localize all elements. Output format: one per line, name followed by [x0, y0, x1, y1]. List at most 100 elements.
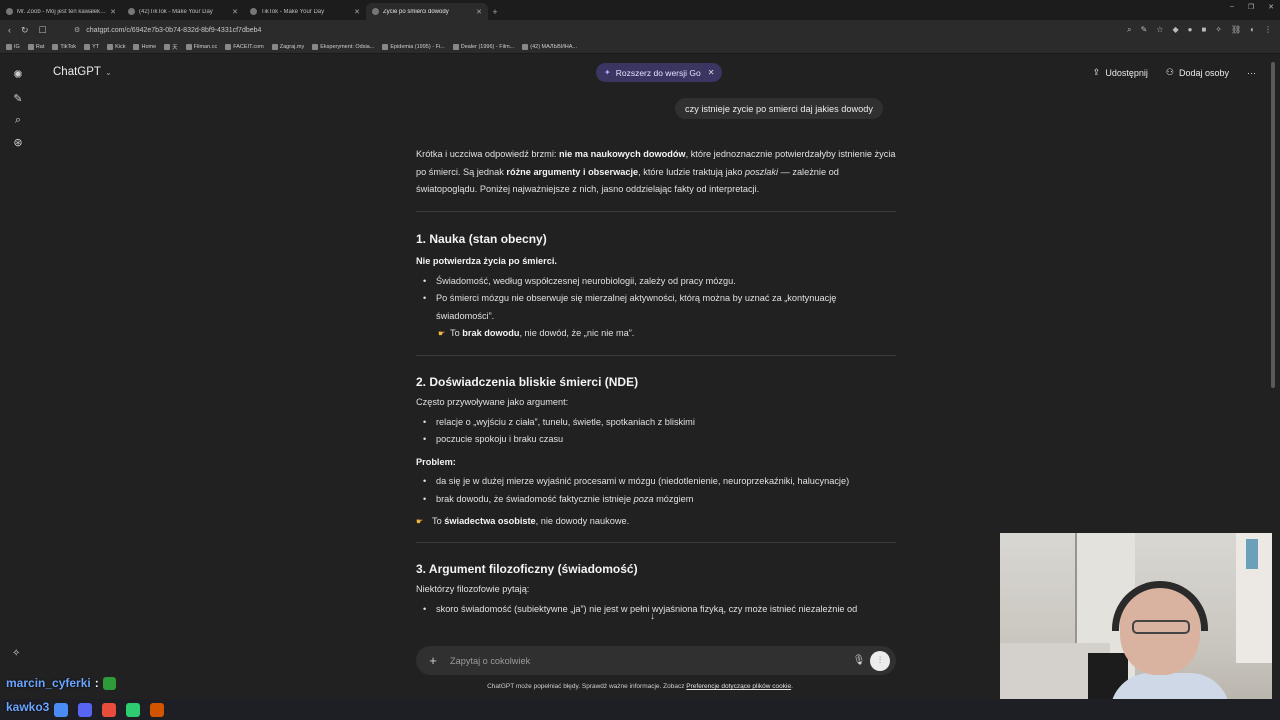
share-button[interactable]: ⇪ Udostępnij: [1093, 67, 1148, 78]
close-tab-icon[interactable]: ✕: [354, 8, 360, 16]
bookmark-icon: [133, 43, 140, 50]
share-icon: ⇪: [1092, 67, 1101, 77]
browser-tab[interactable]: Mr. Zoob - Mój jest ten kawałek podł ✕: [0, 3, 122, 20]
profile-icon[interactable]: ◐: [1250, 25, 1255, 35]
tab-favicon-icon: [6, 8, 13, 15]
model-selector[interactable]: ChatGPT ⌄: [53, 66, 112, 78]
zoom-icon[interactable]: ⌕: [1127, 25, 1131, 35]
bookmark-item[interactable]: Epidemia (1995) - Fi...: [382, 43, 445, 50]
problem-label: Problem:: [416, 456, 456, 467]
bookmark-icon: [312, 43, 319, 50]
bookmark-item[interactable]: 天: [164, 43, 178, 51]
bookmark-item[interactable]: IG: [6, 43, 20, 50]
maximize-icon[interactable]: ❐: [1248, 3, 1254, 11]
bookmark-icon: [6, 43, 12, 50]
close-icon[interactable]: ✕: [708, 68, 715, 77]
nav-buttons: ‹ ↻ ☐: [0, 25, 70, 36]
chevron-down-icon: ⌄: [104, 67, 112, 77]
bullet-list: Świadomość, według współczesnej neurobio…: [416, 273, 896, 326]
composer: + Zapytaj o cokolwiek 🎙 ⫶: [416, 646, 896, 675]
minimize-icon[interactable]: –: [1230, 3, 1234, 11]
tab-favicon-icon: [128, 8, 135, 15]
taskbar-app-icon[interactable]: [150, 702, 164, 717]
list-item: relacje o „wyjściu z ciała”, tunelu, świ…: [416, 414, 896, 432]
bookmark-icon: [522, 43, 529, 50]
prompt-input[interactable]: Zapytaj o cokolwiek: [450, 656, 848, 666]
section-heading: 1. Nauka (stan obecny): [416, 231, 547, 246]
bookmark-item[interactable]: FACEIT.com: [225, 43, 264, 50]
url-text: chatgpt.com/c/6942e7b3-0b74-832d-8bf9-43…: [86, 26, 262, 34]
browser-tab[interactable]: TikTok - Make Your Day ✕: [244, 3, 366, 20]
voice-mode-button[interactable]: ⫶: [870, 650, 890, 671]
extension-icon[interactable]: ◆: [1172, 25, 1178, 35]
taskbar-app-icon[interactable]: [126, 702, 140, 717]
bookmarks-bar: IG Rat TikTok YT Kick Home 天 Filman.cc F…: [0, 40, 1280, 54]
url-field[interactable]: ⚙ chatgpt.com/c/6942e7b3-0b74-832d-8bf9-…: [74, 26, 262, 35]
bookmark-item[interactable]: Kick: [107, 43, 125, 50]
tab-title: Życie po śmierci dowody: [383, 8, 449, 15]
new-tab-button[interactable]: +: [488, 3, 502, 20]
brand-name: ChatGPT: [53, 66, 101, 78]
bookmark-icon: [27, 43, 34, 50]
star-icon[interactable]: ☆: [1156, 25, 1163, 35]
taskbar-app-icon[interactable]: [102, 702, 116, 717]
divider: [416, 210, 896, 212]
browser-tab-active[interactable]: Życie po śmierci dowody ✕: [366, 3, 488, 20]
tab-favicon-icon: [372, 8, 379, 15]
window-controls: – ❐ ✕: [1230, 3, 1274, 11]
translate-icon[interactable]: ✎: [1141, 25, 1148, 35]
bookmark-page-icon[interactable]: ☐: [39, 25, 47, 36]
link-icon[interactable]: ⛓: [1231, 25, 1241, 35]
upgrade-pill[interactable]: ✦ Rozszerz do wersji Go ✕: [596, 63, 723, 82]
extension-icon[interactable]: ■: [1201, 25, 1206, 35]
site-info-icon[interactable]: ⚙: [74, 26, 80, 34]
microphone-icon[interactable]: 🎙: [848, 655, 870, 666]
openai-logo-icon[interactable]: ✺: [10, 66, 26, 82]
more-options-button[interactable]: ···: [1247, 68, 1256, 78]
puzzle-icon[interactable]: ✧: [1215, 25, 1222, 35]
search-icon[interactable]: ⌕: [10, 112, 26, 128]
list-item: da się je w dużej mierze wyjaśnić proces…: [416, 473, 896, 491]
bookmark-icon: [107, 43, 114, 50]
bookmark-item[interactable]: Dealer (1996) - Film...: [452, 43, 514, 50]
close-tab-icon[interactable]: ✕: [110, 8, 116, 16]
add-people-button[interactable]: ⚇ Dodaj osoby: [1166, 67, 1229, 78]
bookmark-item[interactable]: Home: [133, 43, 156, 50]
section-heading: 3. Argument filozoficzny (świadomość): [416, 561, 638, 576]
scrollbar[interactable]: [1271, 62, 1275, 388]
bookmark-item[interactable]: Eksperyment: Odsia...: [312, 43, 374, 50]
close-tab-icon[interactable]: ✕: [476, 8, 482, 16]
taskbar-app-icon[interactable]: [78, 702, 92, 717]
list-item: Świadomość, według współczesnej neurobio…: [416, 273, 896, 291]
browser-tab[interactable]: (42)TikTok - Make Your Day ✕: [122, 3, 244, 20]
reload-icon[interactable]: ↻: [21, 25, 29, 36]
stream-chat-username: kawko3: [6, 700, 50, 714]
bookmark-icon: [164, 43, 171, 50]
taskbar: [0, 699, 1280, 720]
bookmark-item[interactable]: Rat: [27, 43, 44, 50]
bookmark-icon: [84, 43, 91, 50]
bookmark-item[interactable]: TikTok: [52, 43, 76, 50]
close-tab-icon[interactable]: ✕: [232, 8, 238, 16]
menu-icon[interactable]: ⋮: [1264, 25, 1272, 35]
back-icon[interactable]: ‹: [8, 25, 11, 36]
tab-title: TikTok - Make Your Day: [261, 8, 325, 15]
taskbar-app-icon[interactable]: [54, 702, 68, 717]
bookmark-item[interactable]: (42) МАЛЬВИНА...: [522, 43, 577, 50]
bookmark-item[interactable]: Filman.cc: [185, 43, 217, 50]
new-chat-icon[interactable]: ✎: [10, 90, 26, 106]
library-icon[interactable]: ⊛: [10, 134, 26, 150]
person-add-icon: ⚇: [1165, 67, 1174, 77]
extension-icon[interactable]: ●: [1188, 25, 1193, 35]
tab-favicon-icon: [250, 8, 257, 15]
section-lead: Niektórzy filozofowie pytają:: [416, 584, 530, 594]
bookmark-icon: [185, 43, 192, 50]
bookmark-item[interactable]: YT: [84, 43, 99, 50]
close-window-icon[interactable]: ✕: [1268, 3, 1274, 11]
list-item: poczucie spokoju i braku czasu: [416, 431, 896, 449]
cookie-preferences-link[interactable]: Preferencje dotyczące plików cookie: [686, 683, 791, 690]
scroll-down-icon[interactable]: ↓: [650, 611, 655, 622]
bookmark-item[interactable]: Zagraj.my: [271, 43, 304, 50]
attach-plus-icon[interactable]: +: [416, 653, 450, 668]
pointing-hand-icon: ☛: [416, 517, 424, 526]
